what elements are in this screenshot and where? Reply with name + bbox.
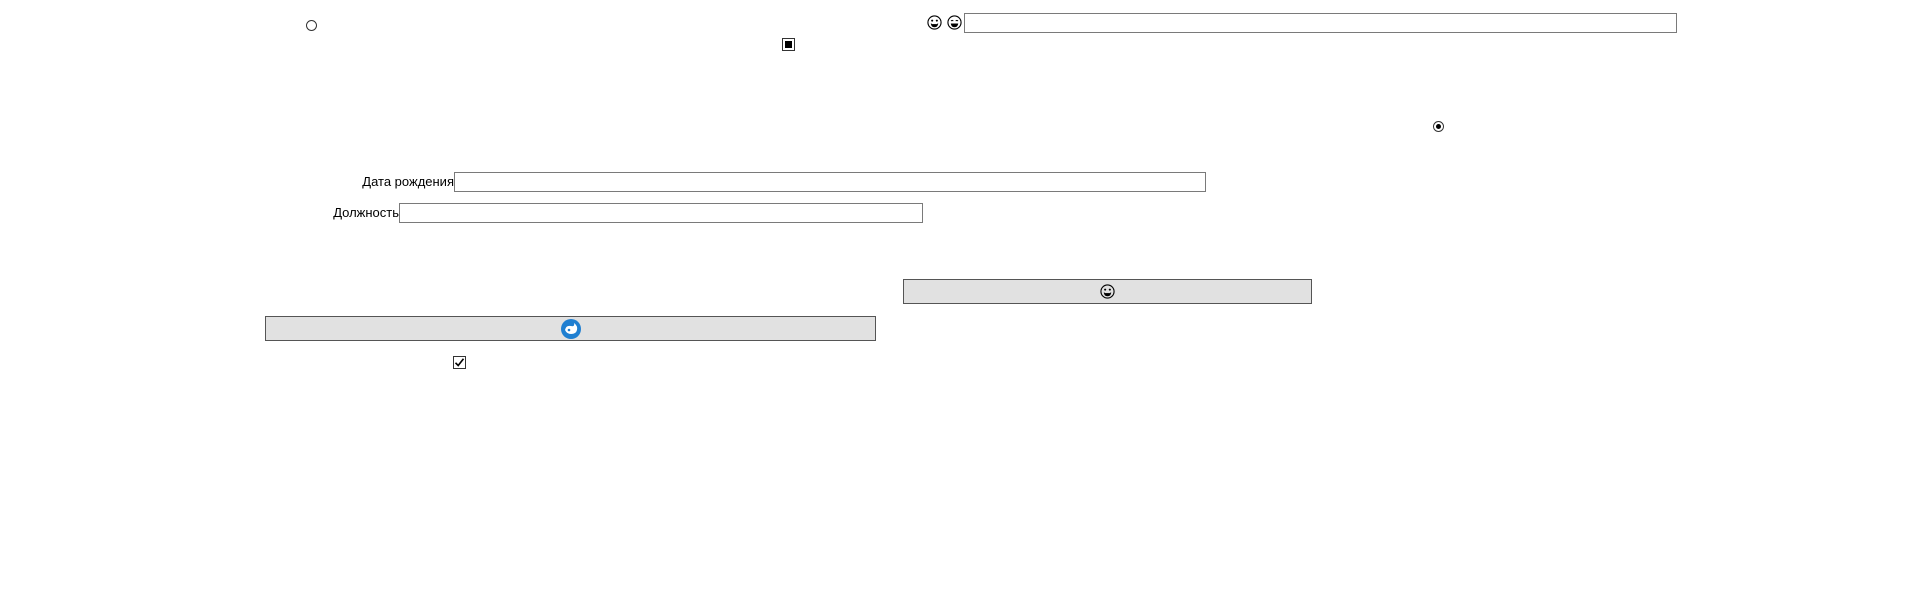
position-label: Должность: [333, 205, 399, 220]
radio-option-right[interactable]: [1433, 121, 1444, 132]
check-icon: [454, 358, 465, 367]
position-field[interactable]: [399, 203, 923, 223]
checkbox-bottom[interactable]: [453, 356, 466, 369]
app-window: { "form": { "birth_date": { "label": "Да…: [0, 0, 1908, 599]
birth-date-field[interactable]: [454, 172, 1206, 192]
emoji-button[interactable]: [903, 279, 1312, 304]
grinning-face-icon: [927, 15, 942, 33]
birth-date-label: Дата рождения: [362, 174, 454, 189]
top-text-field[interactable]: [964, 13, 1677, 33]
smiling-face-icon: [947, 15, 962, 33]
grinning-face-icon: [1100, 284, 1115, 299]
checkbox-top[interactable]: [782, 38, 795, 51]
radio-option-top[interactable]: [306, 20, 317, 31]
blue-swirl-icon: [560, 318, 582, 340]
blue-icon-button[interactable]: [265, 316, 876, 341]
